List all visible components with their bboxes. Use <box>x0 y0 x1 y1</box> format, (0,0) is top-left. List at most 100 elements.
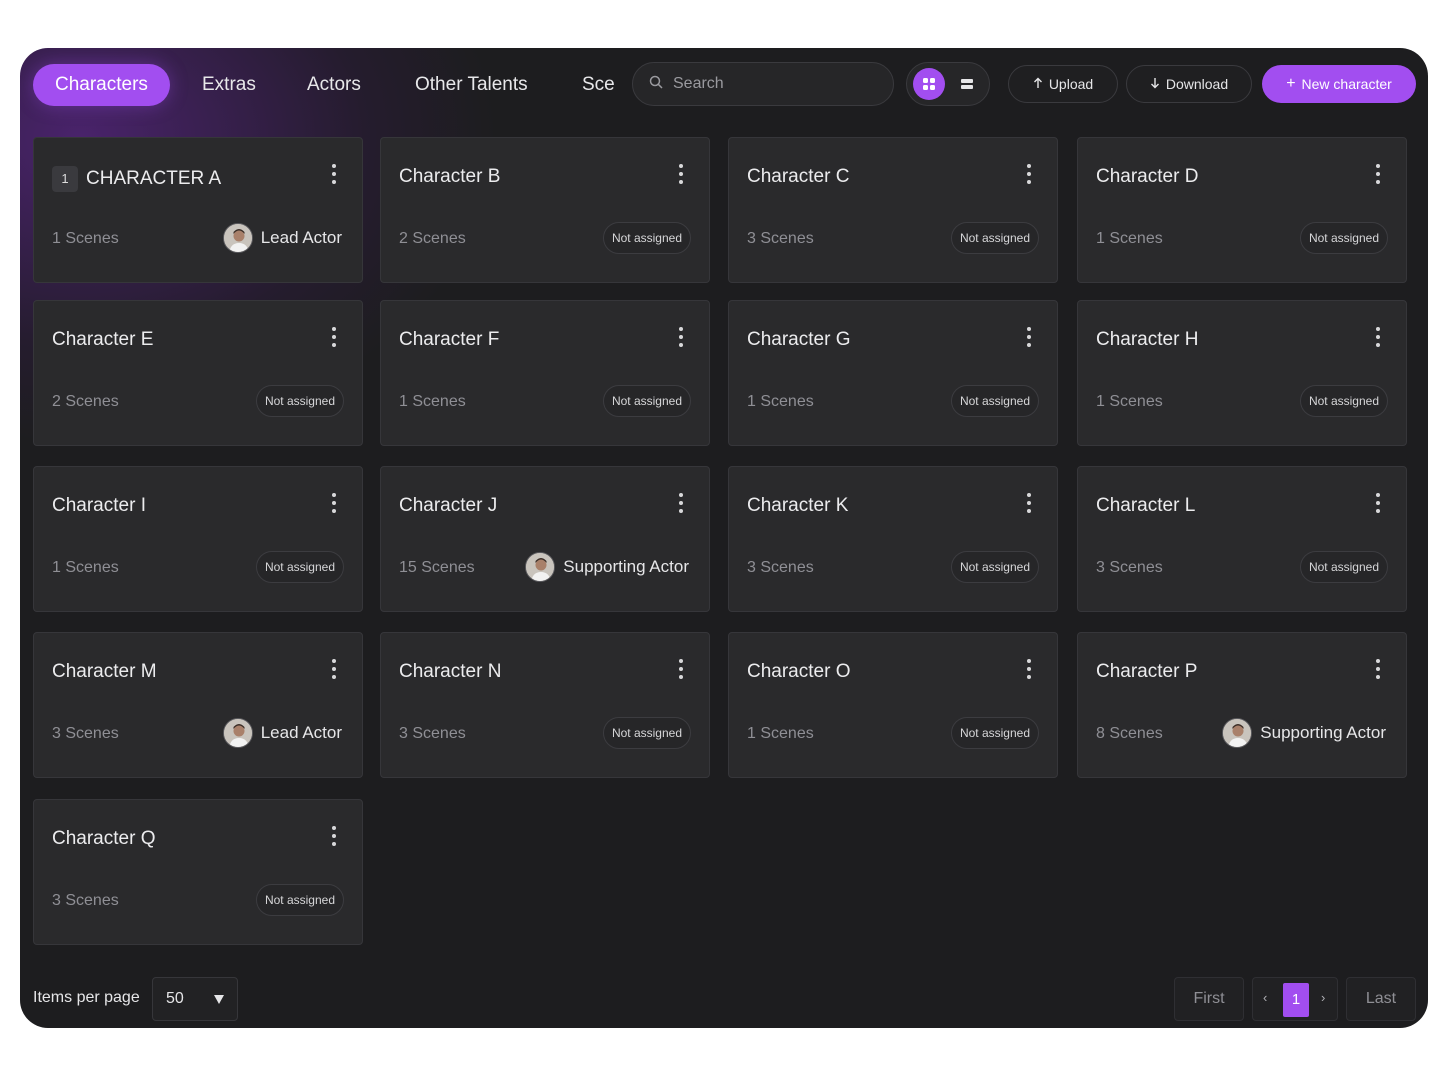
scene-count: 3 Scenes <box>52 892 119 909</box>
more-options-icon[interactable] <box>1025 493 1033 513</box>
more-options-icon[interactable] <box>330 164 338 184</box>
character-card[interactable]: Character C 3 Scenes Not assigned <box>728 137 1058 283</box>
character-card[interactable]: Character G 1 Scenes Not assigned <box>728 300 1058 446</box>
character-card[interactable]: Character I 1 Scenes Not assigned <box>33 466 363 612</box>
character-card[interactable]: Character J 15 Scenes Supporting Actor <box>380 466 710 612</box>
more-options-icon[interactable] <box>330 826 338 846</box>
tab-other-talents[interactable]: Other Talents <box>415 64 528 106</box>
actor-role: Lead Actor <box>260 723 342 742</box>
tab-extras[interactable]: Extras <box>202 64 256 106</box>
character-name: Character D <box>1096 166 1199 187</box>
more-options-icon[interactable] <box>1025 327 1033 347</box>
assigned-actor[interactable]: Supporting Actor <box>525 551 689 583</box>
character-name: Character O <box>747 661 851 682</box>
more-options-icon[interactable] <box>677 164 685 184</box>
status-badge[interactable]: Not assigned <box>1299 222 1388 254</box>
more-options-icon[interactable] <box>330 659 338 679</box>
character-name: Character L <box>1096 495 1196 516</box>
character-name: Character K <box>747 495 849 516</box>
character-card[interactable]: Character N 3 Scenes Not assigned <box>380 632 710 778</box>
status-badge[interactable]: Not assigned <box>255 551 344 583</box>
status-badge[interactable]: Not assigned <box>950 222 1039 254</box>
character-card[interactable]: Character D 1 Scenes Not assigned <box>1077 137 1407 283</box>
current-page-button[interactable]: 1 <box>1283 983 1309 1017</box>
card-title-row: Character E <box>52 329 153 351</box>
list-view-icon[interactable] <box>951 68 983 100</box>
scene-count: 3 Scenes <box>747 230 814 247</box>
new-character-button[interactable]: + New character <box>1262 65 1416 103</box>
more-options-icon[interactable] <box>677 327 685 347</box>
more-options-icon[interactable] <box>1374 327 1382 347</box>
character-name: Character I <box>52 495 146 516</box>
character-card[interactable]: Character F 1 Scenes Not assigned <box>380 300 710 446</box>
character-card[interactable]: Character M 3 Scenes Lead Actor <box>33 632 363 778</box>
more-options-icon[interactable] <box>677 659 685 679</box>
character-name: Character P <box>1096 661 1198 682</box>
avatar <box>222 718 253 748</box>
more-options-icon[interactable] <box>1025 164 1033 184</box>
more-options-icon[interactable] <box>1374 493 1382 513</box>
card-title-row: Character H <box>1096 329 1198 351</box>
scene-count: 3 Scenes <box>747 559 814 576</box>
actor-role: Supporting Actor <box>1260 723 1386 742</box>
status-badge[interactable]: Not assigned <box>255 385 344 417</box>
tab-actors[interactable]: Actors <box>307 64 361 106</box>
search-input[interactable] <box>673 75 863 93</box>
character-card[interactable]: 1 CHARACTER A 1 Scenes Lead Actor <box>33 137 363 283</box>
more-options-icon[interactable] <box>1374 659 1382 679</box>
character-card[interactable]: Character P 8 Scenes Supporting Actor <box>1077 632 1407 778</box>
caret-down-icon <box>214 995 224 1004</box>
character-card[interactable]: Character H 1 Scenes Not assigned <box>1077 300 1407 446</box>
scene-count: 1 Scenes <box>52 559 119 576</box>
status-badge[interactable]: Not assigned <box>950 385 1039 417</box>
status-badge[interactable]: Not assigned <box>602 717 691 749</box>
status-badge[interactable]: Not assigned <box>950 717 1039 749</box>
assigned-actor[interactable]: Supporting Actor <box>1222 717 1386 749</box>
character-name: Character G <box>747 329 851 350</box>
status-badge[interactable]: Not assigned <box>1299 551 1388 583</box>
tab-characters[interactable]: Characters <box>33 64 170 106</box>
status-badge[interactable]: Not assigned <box>255 884 344 916</box>
upload-button[interactable]: Upload <box>1008 65 1118 103</box>
more-options-icon[interactable] <box>330 327 338 347</box>
next-page-icon[interactable]: › <box>1321 990 1325 1005</box>
scene-count: 2 Scenes <box>52 393 119 410</box>
download-button[interactable]: Download <box>1126 65 1252 103</box>
grid-view-icon[interactable] <box>913 68 945 100</box>
character-card[interactable]: Character K 3 Scenes Not assigned <box>728 466 1058 612</box>
assigned-actor[interactable]: Lead Actor <box>222 717 342 749</box>
more-options-icon[interactable] <box>677 493 685 513</box>
character-name: Character F <box>399 329 500 350</box>
card-title-row: Character P <box>1096 661 1197 683</box>
character-card[interactable]: Character E 2 Scenes Not assigned <box>33 300 363 446</box>
app-window: Characters Extras Actors Other Talents S… <box>20 48 1428 1028</box>
avatar <box>525 552 556 582</box>
character-name: Character C <box>747 166 850 187</box>
scene-count: 3 Scenes <box>399 725 466 742</box>
items-per-page-label: Items per page <box>33 989 140 1006</box>
card-number-badge: 1 <box>52 166 78 192</box>
more-options-icon[interactable] <box>330 493 338 513</box>
avatar <box>222 223 253 253</box>
character-card[interactable]: Character B 2 Scenes Not assigned <box>380 137 710 283</box>
download-label: Download <box>1165 76 1229 92</box>
status-badge[interactable]: Not assigned <box>1299 385 1388 417</box>
character-name: Character E <box>52 329 154 350</box>
assigned-actor[interactable]: Lead Actor <box>222 222 342 254</box>
status-badge[interactable]: Not assigned <box>602 222 691 254</box>
character-card[interactable]: Character Q 3 Scenes Not assigned <box>33 799 363 945</box>
prev-page-icon[interactable]: ‹ <box>1263 990 1267 1005</box>
first-page-button[interactable]: First <box>1174 977 1244 1021</box>
last-page-button[interactable]: Last <box>1346 977 1416 1021</box>
scene-count: 1 Scenes <box>1096 393 1163 410</box>
status-badge[interactable]: Not assigned <box>602 385 691 417</box>
tab-scenes[interactable]: Sce <box>582 64 615 106</box>
character-card[interactable]: Character O 1 Scenes Not assigned <box>728 632 1058 778</box>
view-toggle <box>906 62 990 106</box>
character-card[interactable]: Character L 3 Scenes Not assigned <box>1077 466 1407 612</box>
status-badge[interactable]: Not assigned <box>950 551 1039 583</box>
more-options-icon[interactable] <box>1025 659 1033 679</box>
items-per-page-select[interactable]: 50 <box>152 977 238 1021</box>
character-name: Character H <box>1096 329 1199 350</box>
more-options-icon[interactable] <box>1374 164 1382 184</box>
